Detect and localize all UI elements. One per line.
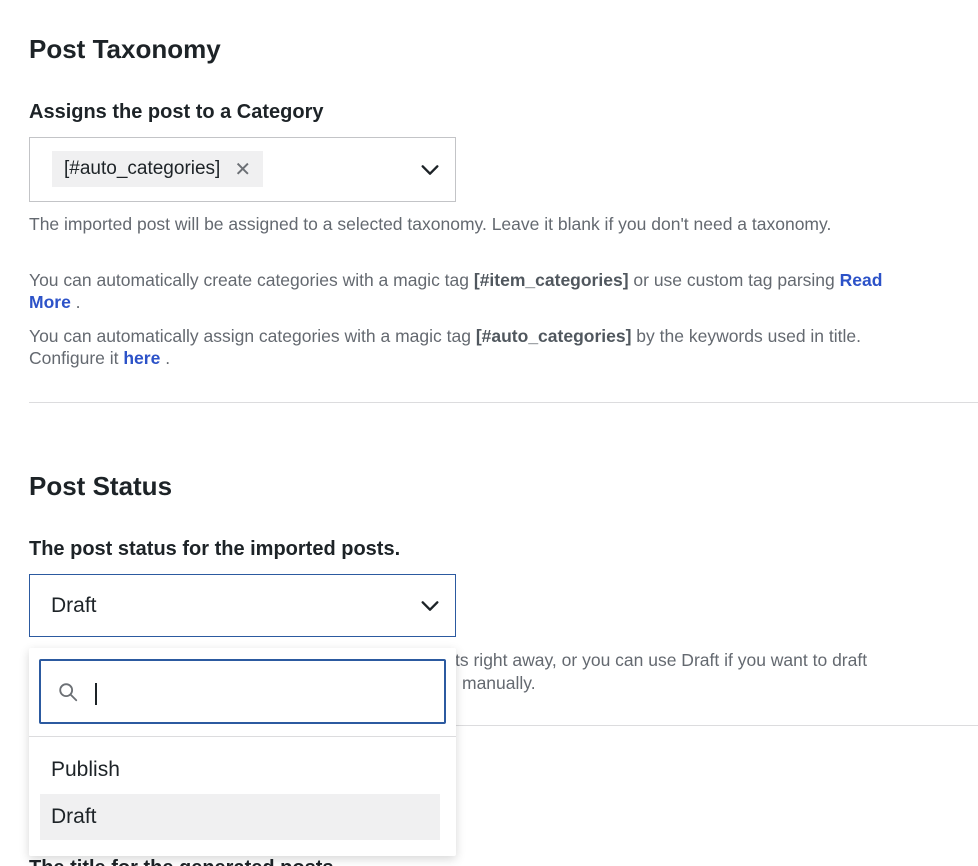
search-icon: [59, 683, 78, 702]
taxonomy-help-text: The imported post will be assigned to a …: [29, 214, 832, 234]
status-section-title: Post Status: [29, 471, 173, 501]
post-status-dropdown: Publish Draft: [29, 648, 456, 856]
status-help-text-line2: manually.: [462, 673, 536, 693]
next-section-label: The title for the generated posts: [29, 856, 333, 866]
magic-tag-item-categories: [#item_categories]: [473, 270, 629, 290]
chevron-down-icon[interactable]: [419, 159, 441, 181]
dropdown-search-input[interactable]: [91, 673, 431, 711]
configure-here-link[interactable]: here: [123, 348, 160, 368]
taxonomy-section-title: Post Taxonomy: [29, 34, 221, 64]
help-text-fragment: or use custom tag parsing: [628, 270, 840, 290]
magic-tag-auto-categories: [#auto_categories]: [475, 326, 632, 346]
status-field-label: The post status for the imported posts.: [29, 538, 401, 560]
chevron-down-icon[interactable]: [419, 595, 441, 617]
section-divider: [456, 725, 978, 726]
dropdown-search-box[interactable]: [39, 659, 446, 724]
selected-category-tag: [#auto_categories] ✕: [52, 151, 264, 187]
taxonomy-auto-categories-help: You can automatically assign categories …: [29, 325, 929, 369]
help-text-fragment: You can automatically create categories …: [29, 270, 474, 290]
dropdown-option-publish[interactable]: Publish: [40, 747, 440, 793]
next-section-label-text: The title for the generated posts: [29, 857, 333, 866]
help-text-fragment: .: [160, 348, 171, 368]
help-text-fragment: You can automatically assign categories …: [29, 326, 476, 346]
post-status-selected-value: Draft: [51, 593, 97, 617]
selected-category-tag-label: [#auto_categories]: [64, 158, 221, 179]
close-icon[interactable]: ✕: [234, 157, 251, 182]
text-cursor: [95, 683, 97, 705]
post-status-select[interactable]: Draft: [29, 574, 456, 637]
taxonomy-magic-tag-help: You can automatically create categories …: [29, 269, 899, 313]
status-help-text-line1: ts right away, or you can use Draft if y…: [455, 650, 868, 670]
taxonomy-field-label: Assigns the post to a Category: [29, 101, 324, 123]
help-text-fragment: .: [70, 292, 81, 312]
dropdown-option-draft[interactable]: Draft: [40, 794, 440, 840]
section-divider: [29, 402, 978, 403]
dropdown-separator: [29, 736, 456, 737]
category-select[interactable]: [#auto_categories] ✕: [29, 137, 456, 202]
